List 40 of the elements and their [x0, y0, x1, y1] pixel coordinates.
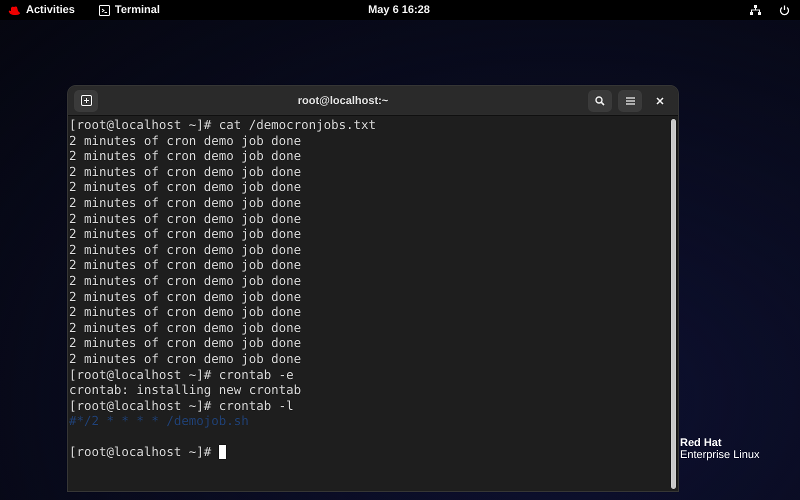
terminal-line: 2 minutes of cron demo job done: [69, 257, 302, 272]
network-icon[interactable]: [750, 5, 762, 15]
terminal-line: 2 minutes of cron demo job done: [69, 179, 302, 194]
activities-button[interactable]: Activities: [26, 4, 75, 16]
search-button[interactable]: [588, 90, 612, 112]
brand-subtitle: Enterprise Linux: [680, 449, 760, 461]
terminal-line: 2 minutes of cron demo job done: [69, 335, 302, 350]
terminal-line: 2 minutes of cron demo job done: [69, 226, 302, 242]
new-tab-icon: [80, 95, 92, 106]
terminal-line: [root@localhost ~]# crontab -l: [69, 398, 294, 413]
terminal-line: 2 minutes of cron demo job done: [69, 272, 302, 288]
terminal-icon: [98, 4, 110, 16]
hat-logo-icon: [8, 6, 21, 14]
terminal-prompt: [root@localhost ~]#: [69, 444, 212, 460]
terminal-line: 2 minutes of cron demo job done: [69, 164, 302, 179]
brand-name: Red Hat: [680, 437, 723, 449]
terminal-line: 2 minutes of cron demo job done: [69, 148, 302, 164]
terminal-line: [root@localhost ~]# cat /democronjobs.txt: [69, 117, 376, 132]
terminal-line: #*/2 * * * * /demojob.sh: [69, 413, 249, 428]
terminal-line: 2 minutes of cron demo job done: [69, 132, 302, 148]
menu-button[interactable]: [618, 90, 642, 112]
clock[interactable]: May 6 16:28: [268, 4, 530, 16]
app-menu[interactable]: Terminal: [114, 4, 160, 16]
terminal-line: crontab: installing new crontab: [69, 382, 302, 398]
window-title: root@localhost:~: [296, 94, 390, 106]
terminal-line: [root@localhost ~]# crontab -e: [69, 366, 294, 382]
search-icon: [595, 96, 605, 106]
menu-icon: [626, 96, 634, 104]
power-icon[interactable]: [779, 4, 790, 16]
terminal-line: 2 minutes of cron demo job done: [69, 288, 302, 304]
terminal-line: 2 minutes of cron demo job done: [69, 320, 302, 335]
terminal-line: 2 minutes of cron demo job done: [69, 242, 302, 257]
new-tab-button[interactable]: [74, 90, 98, 112]
text-cursor: [218, 445, 226, 460]
terminal-line: 2 minutes of cron demo job done: [69, 210, 302, 226]
terminal-line: 2 minutes of cron demo job done: [69, 350, 302, 366]
scrollbar-thumb[interactable]: [671, 119, 676, 489]
terminal-line: 2 minutes of cron demo job done: [69, 194, 302, 210]
close-icon: [656, 96, 664, 104]
terminal-line: 2 minutes of cron demo job done: [69, 304, 302, 320]
